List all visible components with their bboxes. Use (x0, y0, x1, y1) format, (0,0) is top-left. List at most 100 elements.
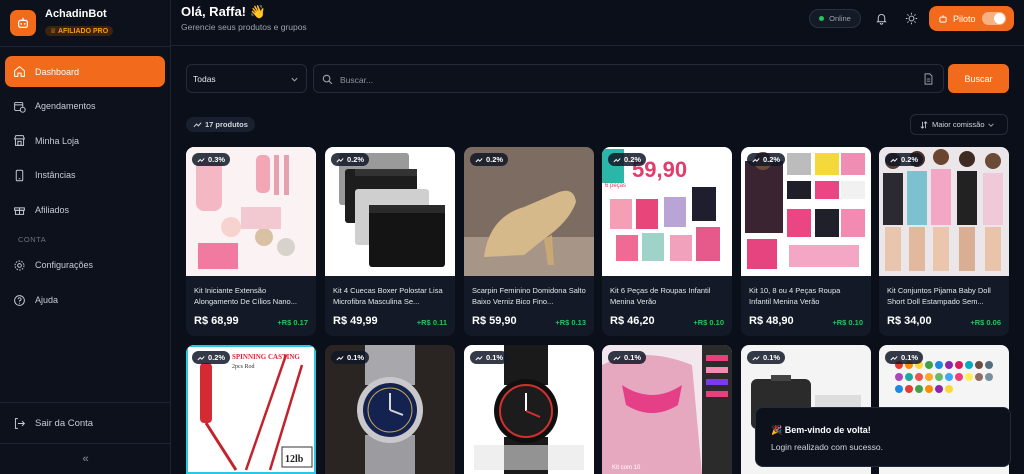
header: Olá, Raffa! 👋 Gerencie seus produtos e g… (171, 0, 1024, 46)
product-count-label: 17 produtos (205, 120, 248, 129)
sidebar-item-afiliados[interactable]: Afiliados (5, 194, 165, 225)
sidebar-item-label: Configurações (35, 260, 94, 271)
trending-up-icon (475, 355, 483, 360)
product-price: R$ 48,90 (749, 315, 794, 327)
sidebar-item-dashboard[interactable]: Dashboard (5, 56, 165, 87)
product-image-label-text: 12lb (285, 454, 304, 465)
product-card[interactable]: 59,90 6 peças 0.2% Kit 6 Peças de Roupas … (602, 147, 732, 336)
commission-rate-badge: 0.2% (470, 153, 509, 166)
file-icon[interactable] (923, 73, 934, 85)
product-price: R$ 49,99 (333, 315, 378, 327)
product-image-caption-text: Kit com 10 (612, 465, 641, 471)
gift-icon (14, 207, 25, 216)
kids-outfits-picture (741, 147, 871, 276)
sport-watch-picture (464, 345, 594, 474)
product-image-title-text: SPINNING CASTING (232, 353, 300, 361)
commission-rate-badge: 0.2% (747, 153, 786, 166)
home-icon (14, 65, 25, 77)
logout-label: Sair da Conta (35, 417, 94, 429)
product-card[interactable]: SPINNING CASTING 2pcs Rod 12lb 0.2% (186, 345, 316, 474)
silver-watch-picture (325, 345, 455, 474)
product-card[interactable]: Kit com 10 0.1% (602, 345, 732, 474)
trending-up-icon (613, 157, 621, 162)
commission-rate-badge: 0.1% (470, 351, 509, 364)
commission-rate: 0.2% (901, 155, 919, 164)
product-image: 0.2% (879, 147, 1009, 276)
section-label-conta: CONTA (18, 234, 47, 244)
product-name: Kit Conjuntos Pijama Baby Doll Short Dol… (887, 286, 991, 306)
commission-rate-badge: 0.2% (608, 153, 647, 166)
product-price: R$ 34,00 (887, 315, 932, 327)
fishing-rod-picture: SPINNING CASTING 2pcs Rod 12lb (186, 345, 316, 474)
login-toast: 🎉 Bem-vindo de volta! Login realizado co… (755, 407, 1011, 467)
store-icon (13, 135, 26, 147)
product-card[interactable]: 0.2% Scarpin Feminino Domidona Salto Bai… (464, 147, 594, 336)
sort-select[interactable]: Maior comissão (910, 114, 1008, 135)
commission-rate: 0.2% (347, 155, 365, 164)
sidebar-item-configuracoes[interactable]: Configurações (5, 250, 165, 281)
product-card[interactable]: 0.1% (325, 345, 455, 474)
sidebar: AchadinBot ♕ AFILIADO PRO Dashboard Agen… (0, 0, 171, 474)
product-image: 0.2% (741, 147, 871, 276)
trending-up-icon (336, 355, 344, 360)
autopilot-label: Piloto (953, 13, 976, 24)
sidebar-item-agendamentos[interactable]: Agendamentos (5, 91, 165, 122)
sidebar-item-label: Ajuda (35, 295, 59, 306)
search-box (313, 64, 944, 93)
product-commission: +R$ 0.06 (970, 318, 1001, 327)
sidebar-item-ajuda[interactable]: Ajuda (5, 285, 165, 316)
sidebar-item-label: Instâncias (35, 170, 76, 181)
toast-message: Login realizado com sucesso. (771, 442, 883, 452)
chevrons-left-icon: « (82, 453, 89, 465)
product-image-subtitle-text: 2pcs Rod (232, 364, 255, 370)
trending-up-icon (752, 355, 760, 360)
product-commission: +R$ 0.17 (277, 318, 308, 327)
sidebar-item-label: Agendamentos (35, 101, 96, 112)
product-card[interactable]: 0.1% (464, 345, 594, 474)
collapse-sidebar-button[interactable]: « (0, 443, 171, 474)
product-image: 0.1% (464, 345, 594, 474)
bell-icon[interactable] (875, 12, 888, 25)
commission-rate-badge: 0.1% (331, 351, 370, 364)
product-price: R$ 46,20 (610, 315, 655, 327)
brand-name: AchadinBot (45, 8, 107, 20)
product-card[interactable]: 0.2% Kit 10, 8 ou 4 Peças Roupa Infantil… (741, 147, 871, 336)
search-icon (322, 74, 333, 85)
category-select-value: Todas (193, 73, 216, 84)
product-commission: +R$ 0.10 (832, 318, 863, 327)
autopilot-toggle[interactable]: Piloto (929, 6, 1014, 31)
product-card[interactable]: 0.2% Kit Conjuntos Pijama Baby Doll Shor… (879, 147, 1009, 336)
commission-rate: 0.1% (624, 353, 642, 362)
product-name: Kit 10, 8 ou 4 Peças Roupa Infantil Meni… (749, 286, 841, 306)
commission-rate: 0.2% (763, 155, 781, 164)
commission-rate: 0.1% (486, 353, 504, 362)
trending-up-icon (752, 157, 760, 162)
calendar-clock-icon (14, 101, 26, 113)
product-card[interactable]: 0.3% Kit Iniciante Extensão Alongamento … (186, 147, 316, 336)
commission-rate: 0.1% (763, 353, 781, 362)
search-button[interactable]: Buscar (948, 64, 1009, 93)
sidebar-nav: Dashboard Agendamentos Minha Loja Instân… (0, 47, 170, 316)
category-select[interactable]: Todas (186, 64, 307, 93)
product-card[interactable]: 0.2% Kit 4 Cuecas Boxer Polostar Lisa Mi… (325, 147, 455, 336)
sort-icon (920, 120, 928, 129)
logout-button[interactable]: Sair da Conta (0, 402, 171, 443)
trending-up-icon (613, 355, 621, 360)
status-badge: Online (809, 9, 861, 28)
sidebar-item-minha-loja[interactable]: Minha Loja (5, 125, 165, 156)
product-name: Kit Iniciante Extensão Alongamento De Cí… (194, 286, 297, 306)
trending-up-icon (197, 355, 205, 360)
commission-rate-badge: 0.2% (331, 153, 370, 166)
brand[interactable]: AchadinBot ♕ AFILIADO PRO (0, 0, 170, 46)
toggle-switch[interactable] (982, 12, 1006, 25)
sun-icon[interactable] (905, 12, 918, 25)
product-image: 59,90 6 peças 0.2% (602, 147, 732, 276)
logout-icon (14, 417, 26, 429)
trending-up-icon (336, 157, 344, 162)
search-input[interactable] (340, 71, 910, 88)
product-image: 0.2% (464, 147, 594, 276)
trending-up-icon (193, 122, 202, 128)
commission-rate: 0.2% (486, 155, 504, 164)
sidebar-item-instancias[interactable]: Instâncias (5, 160, 165, 191)
trending-up-icon (890, 355, 898, 360)
